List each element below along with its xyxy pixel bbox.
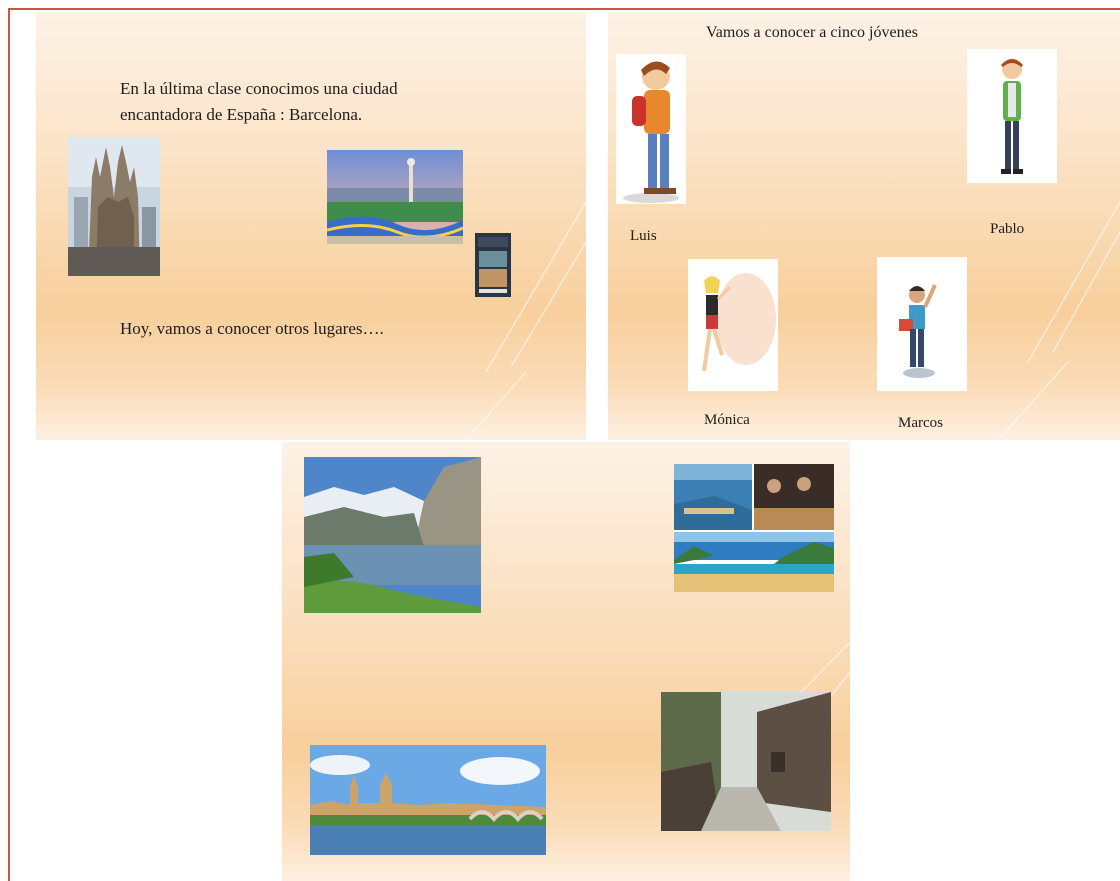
park-guell-photo <box>327 150 463 244</box>
salamanca-cathedral-river-photo <box>310 745 546 855</box>
boy-waving-illustration <box>877 257 967 391</box>
intro-line-2: encantadora de España : Barcelona. <box>120 105 363 124</box>
name-monica: Mónica <box>704 412 750 428</box>
boy-standing-illustration <box>967 49 1057 183</box>
frame-top-border <box>8 8 1120 10</box>
mountain-lake-photo <box>304 457 481 613</box>
outro-text: Hoy, vamos a conocer otros lugares…. <box>120 319 384 338</box>
san-sebastian-collage-photo <box>674 464 834 592</box>
name-luis: Luis <box>630 228 657 244</box>
slide-places <box>282 442 850 881</box>
intro-line-1: En la última clase conocimos una ciudad <box>120 79 398 98</box>
decorative-lines <box>466 201 586 440</box>
boy-backpack-illustration <box>616 54 686 204</box>
book-cover-photo <box>475 233 511 297</box>
slide-barcelona: En la última clase conocimos una ciudad … <box>36 12 586 440</box>
slide2-title: Vamos a conocer a cinco jóvenes <box>706 24 918 41</box>
slide-five-youth: Vamos a conocer a cinco jóvenes Luis Pab… <box>608 12 1120 440</box>
girl-dancing-illustration <box>688 259 778 391</box>
name-pablo: Pablo <box>990 221 1025 237</box>
sagrada-familia-photo <box>68 137 160 276</box>
name-marcos: Marcos <box>898 415 943 431</box>
frame-left-border <box>8 8 10 881</box>
stone-village-street-photo <box>661 692 831 831</box>
